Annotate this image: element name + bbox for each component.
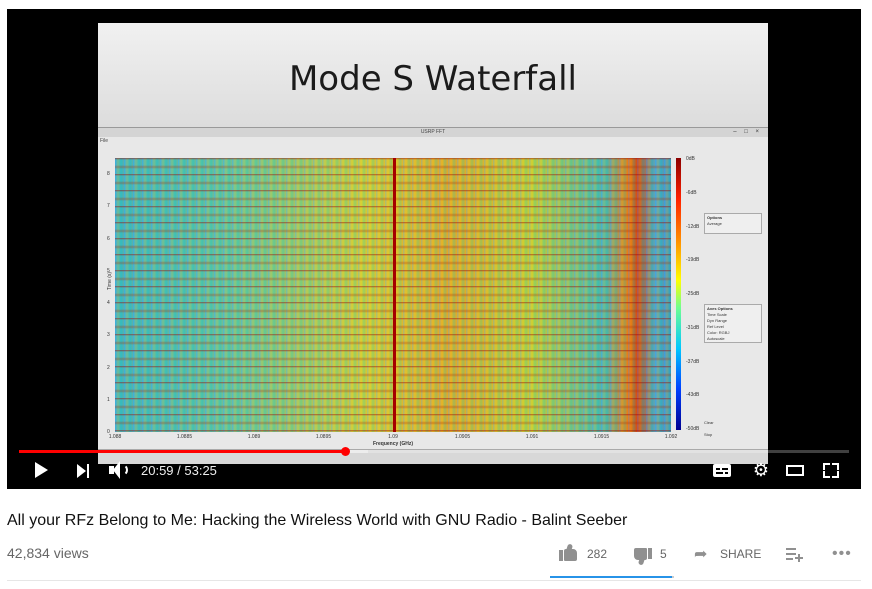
view-count: 42,834 views: [7, 545, 89, 561]
colorbar-tick-label: -37dB: [686, 358, 700, 365]
dislike-icon[interactable]: [632, 547, 652, 566]
x-tick-label: 1.09: [388, 434, 398, 440]
x-tick-label: 1.089: [247, 434, 261, 440]
y-axis-label: Time (s): [107, 271, 114, 291]
colorbar-tick-label: 0dB: [686, 156, 695, 162]
settings-gear-icon[interactable]: ⚙: [752, 461, 770, 479]
play-icon[interactable]: [35, 462, 48, 478]
like-icon[interactable]: [559, 543, 579, 562]
share-icon[interactable]: ➦: [694, 547, 707, 563]
sentiment-bar: [550, 576, 674, 578]
options-panel: Options Average: [704, 213, 762, 234]
autoscale-label: Autoscale: [707, 336, 725, 341]
video-frame: Mode S Waterfall USRP FFT – □ × File Tim…: [98, 23, 768, 464]
slide-header: Mode S Waterfall: [98, 23, 768, 127]
window-controls: – □ ×: [733, 129, 762, 135]
colorbar-tick-label: -25dB: [686, 291, 700, 297]
played-bar: [19, 450, 346, 453]
y-tick-label: 5: [107, 267, 110, 274]
axes-options-panel: Axes Options Time Scale Dyn Range Ref Le…: [704, 304, 762, 343]
divider: [7, 580, 861, 581]
add-to-playlist-icon[interactable]: [786, 547, 804, 562]
volume-icon[interactable]: [109, 461, 131, 479]
colorbar-tick-label: -50dB: [686, 426, 700, 432]
colorbar-tick-label: -43dB: [686, 392, 700, 399]
more-options-icon[interactable]: •••: [832, 545, 852, 563]
axes-options-title: Axes Options: [707, 306, 733, 311]
time-display: 20:59 / 53:25: [141, 463, 217, 478]
next-icon[interactable]: [77, 464, 91, 478]
y-tick-label: 4: [107, 300, 110, 307]
x-axis-label: Frequency (GHz): [372, 441, 413, 447]
like-count[interactable]: 282: [587, 547, 607, 561]
clear-label: Clear: [704, 420, 714, 425]
y-tick-label: 3: [107, 332, 110, 339]
app-menu: File: [100, 138, 109, 144]
colorbar-tick-label: -19dB: [686, 257, 700, 264]
y-tick-label: 7: [107, 203, 110, 210]
options-title: Options: [707, 215, 723, 220]
x-tick-label: 1.0885: [176, 434, 193, 440]
colorbar-tick-label: -31dB: [686, 324, 700, 331]
colorbar-tick-label: -12dB: [686, 223, 700, 230]
slide-title: Mode S Waterfall: [288, 59, 578, 99]
x-tick-label: 1.092: [664, 434, 678, 440]
x-tick-label: 1.091: [525, 434, 539, 440]
video-title: All your RFz Belong to Me: Hacking the W…: [7, 512, 628, 529]
fft-app-window: USRP FFT – □ × File Time (s) 012345678 1…: [98, 127, 768, 464]
colorbar: [676, 158, 681, 430]
x-tick-label: 1.0905: [454, 434, 471, 440]
x-tick-label: 1.0895: [315, 434, 332, 440]
waterfall-plot: Time (s) 012345678: [107, 158, 671, 435]
theater-mode-icon[interactable]: [786, 465, 804, 476]
x-tick-label: 1.088: [108, 434, 122, 440]
stop-label: Stop: [704, 432, 713, 437]
y-tick-label: 1: [107, 396, 110, 403]
dislike-count[interactable]: 5: [660, 547, 667, 561]
fullscreen-icon[interactable]: [823, 463, 839, 478]
video-player[interactable]: Mode S Waterfall USRP FFT – □ × File Tim…: [7, 9, 861, 489]
y-tick-label: 8: [107, 171, 110, 178]
subtitles-icon[interactable]: [713, 464, 731, 477]
sentiment-fill: [550, 576, 672, 578]
share-button[interactable]: SHARE: [720, 547, 761, 561]
progress-bar[interactable]: [19, 447, 849, 456]
x-tick-label: 1.0915: [593, 434, 610, 440]
colorbar-tick-label: -6dB: [686, 189, 697, 196]
y-tick-label: 2: [107, 364, 110, 371]
center-frequency-line: [393, 158, 396, 432]
app-titlebar: USRP FFT: [98, 128, 768, 137]
y-tick-label: 6: [107, 235, 110, 242]
